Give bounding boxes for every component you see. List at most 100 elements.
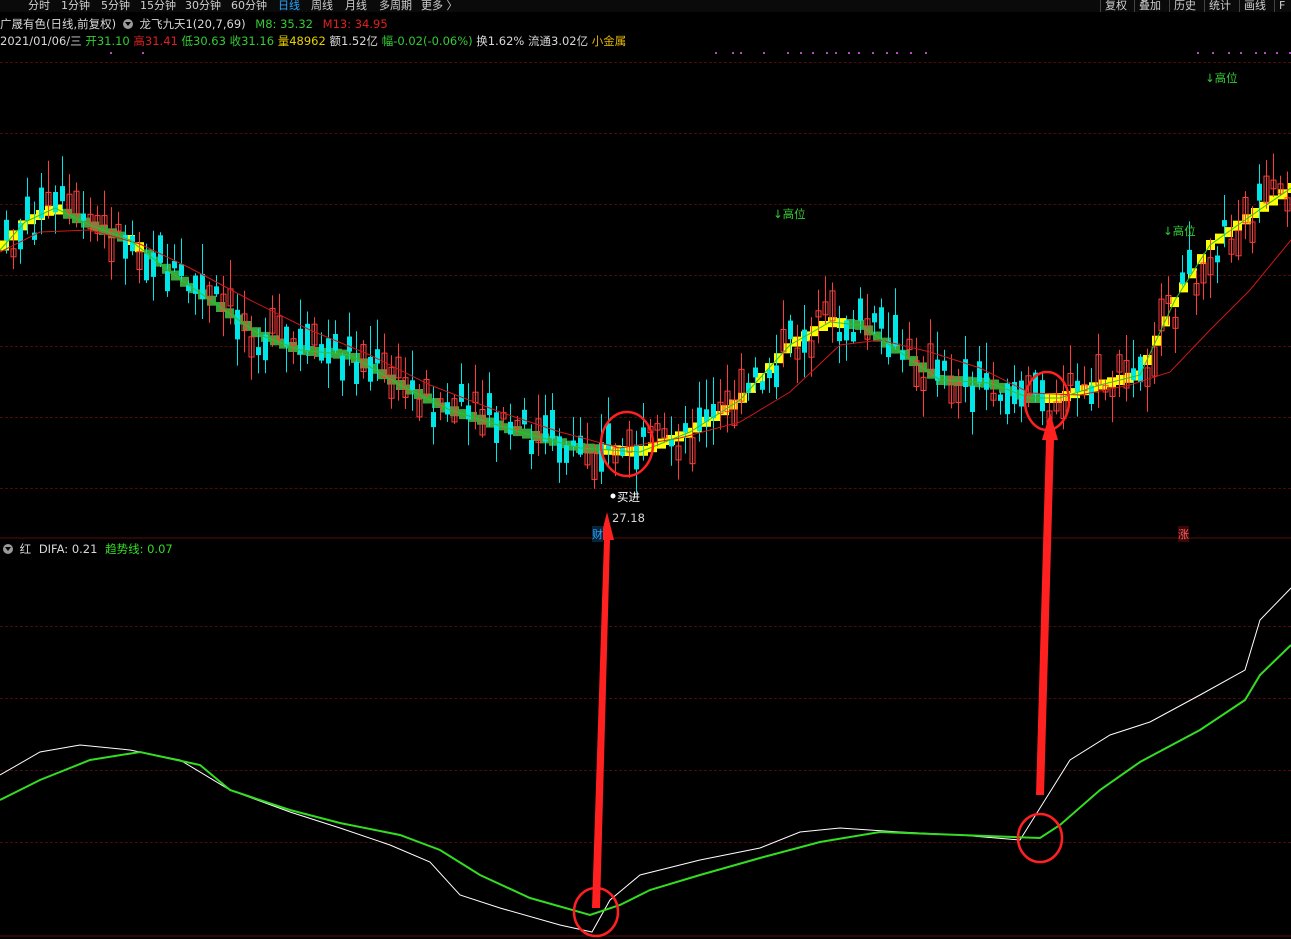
marker-dot [715, 52, 717, 54]
kline-chart[interactable] [0, 0, 1291, 939]
trend-line [0, 644, 1291, 917]
high-label-1: ↓高位 [773, 207, 806, 221]
high-label-3: ↓高位 [1205, 71, 1238, 85]
candle-body [284, 326, 289, 347]
candle-body [767, 369, 772, 379]
marker-dot [872, 52, 874, 54]
candle-body [333, 334, 338, 351]
candle-body [487, 393, 492, 416]
candle-body [788, 320, 793, 340]
candle-body [970, 385, 975, 412]
candle-body [1005, 383, 1010, 415]
marker-dot [142, 52, 144, 54]
candle-body [326, 338, 331, 364]
ma-slow-line [0, 229, 1291, 449]
candle-body [634, 444, 639, 470]
candle-body [683, 423, 688, 433]
candle-body [214, 286, 219, 295]
marker-dot [1255, 52, 1257, 54]
candle-body [431, 412, 436, 428]
sub-indicator-header: 红 DIFA: 0.21 趋势线: 0.07 [0, 541, 173, 557]
marker-dot [763, 52, 765, 54]
candle-body [620, 447, 625, 456]
marker-dot [1276, 52, 1278, 54]
candle-body [774, 365, 779, 388]
candle-body [522, 409, 527, 425]
marker-dot [858, 52, 860, 54]
candle-body [1075, 380, 1080, 392]
candle-body [1257, 183, 1262, 201]
candle-body [263, 334, 268, 361]
candle-body [529, 440, 534, 455]
sub-indicator-dropdown-icon[interactable] [3, 544, 13, 554]
candle-body [256, 347, 261, 356]
candle-body [760, 381, 765, 390]
candle-body [368, 356, 373, 382]
event-financial[interactable]: 财 [592, 526, 603, 542]
candle-body [410, 380, 415, 390]
candle-body [144, 253, 149, 281]
candle-body [564, 445, 569, 463]
candle-body [1019, 380, 1024, 407]
candle-body [1040, 380, 1045, 412]
candle-body [1222, 220, 1227, 227]
marker-dot [732, 52, 734, 54]
candle-body [641, 427, 646, 437]
buy-dot-icon [610, 493, 616, 499]
trend-value: 趋势线: 0.07 [105, 542, 173, 556]
candle-body [81, 213, 86, 221]
arrow-up-2 [1036, 412, 1058, 795]
marker-dot [1197, 52, 1199, 54]
candle-body [1187, 249, 1192, 274]
candle-body [879, 307, 884, 329]
marker-dot [848, 52, 850, 54]
candle-body [25, 196, 30, 221]
trend-band [0, 183, 1291, 457]
top-markers [110, 52, 1291, 54]
candle-body [872, 313, 877, 323]
marker-dot [1212, 52, 1214, 54]
marker-dot [1240, 52, 1242, 54]
candle-body [977, 361, 982, 384]
marker-dot [835, 52, 837, 54]
candle-body [984, 373, 989, 390]
candle-body [165, 271, 170, 292]
candle-body [172, 260, 177, 269]
candle-body [1131, 368, 1136, 381]
candle-body [578, 435, 583, 455]
candle-body [459, 384, 464, 402]
candle-body [802, 329, 807, 353]
candle-body [151, 252, 156, 277]
sub-indicator-name[interactable]: 红 [20, 542, 32, 556]
candle-body [340, 355, 345, 381]
marker-dot [910, 52, 912, 54]
buy-label: 买进 [617, 490, 640, 504]
candle-body [893, 315, 898, 347]
candle-body [942, 360, 947, 371]
candle-body [1215, 255, 1220, 263]
candle-body [158, 235, 163, 263]
low-price-label: 27.18 [612, 511, 645, 525]
candle-body [753, 367, 758, 378]
candle-body [60, 186, 65, 202]
difa-line [0, 587, 1291, 933]
candle-body [466, 405, 471, 420]
candle-body [494, 412, 499, 443]
candle-body [179, 264, 184, 277]
difa-value: DIFA: 0.21 [38, 542, 98, 556]
marker-dot [740, 52, 742, 54]
candle-body [858, 298, 863, 321]
candle-body [4, 219, 9, 241]
candle-body [354, 361, 359, 384]
marker-dot [896, 52, 898, 54]
marker-dot [812, 52, 814, 54]
marker-dot [1264, 52, 1266, 54]
arrow-up-1 [592, 512, 614, 908]
candle-body [235, 309, 240, 340]
candle-body [543, 415, 548, 442]
candle-body [347, 336, 352, 352]
marker-dot [925, 52, 927, 54]
event-limit-up[interactable]: 涨 [1178, 526, 1189, 542]
candle-body [998, 394, 1003, 401]
candles [4, 153, 1291, 493]
